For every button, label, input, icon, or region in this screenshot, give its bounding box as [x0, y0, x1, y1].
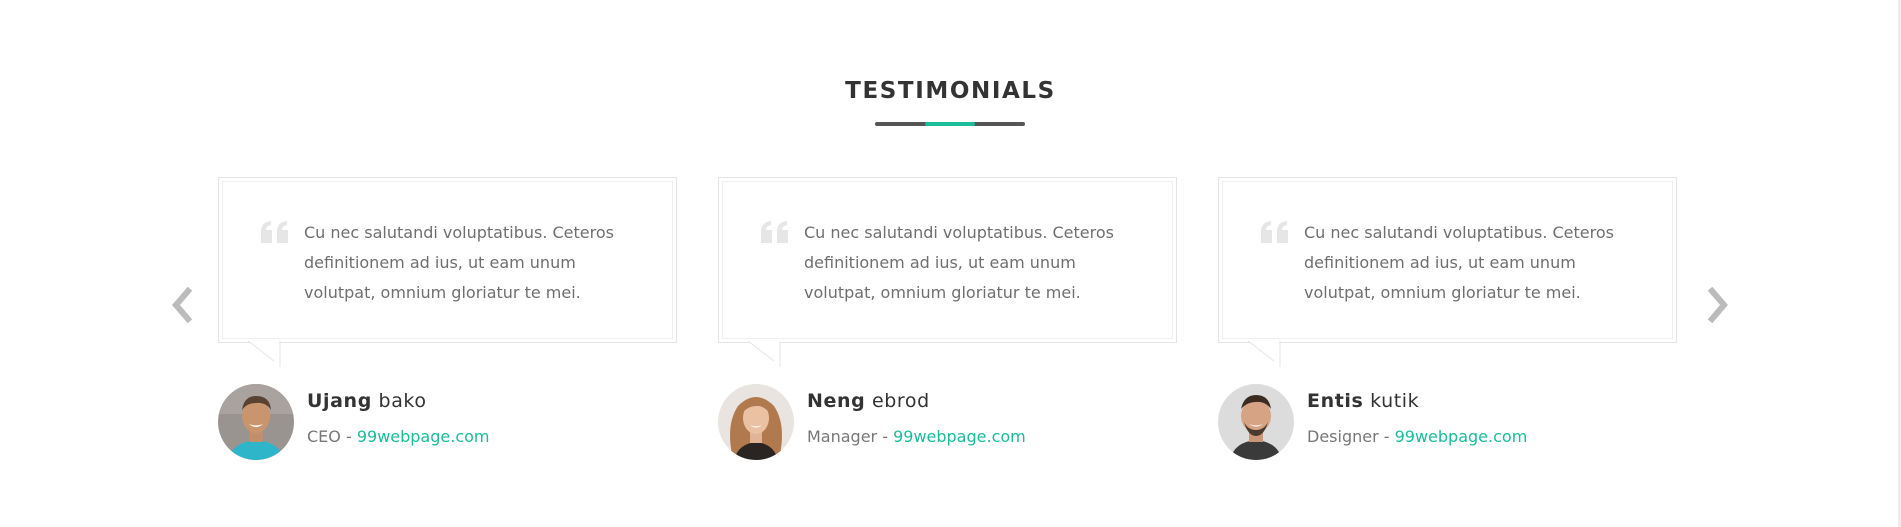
testimonial-quote: Cu nec salutandi voluptatibus. Ceteros d…: [304, 223, 614, 302]
person-role-label: CEO -: [307, 427, 357, 446]
testimonial-bubble: Cu nec salutandi voluptatibus. Ceteros d…: [718, 177, 1177, 343]
bubble-tail: [248, 341, 281, 367]
person-first-name: Neng: [807, 390, 866, 412]
person-role-label: Designer -: [1307, 427, 1395, 446]
testimonial-bubble: Cu nec salutandi voluptatibus. Ceteros d…: [1218, 177, 1677, 343]
carousel-next-button[interactable]: [1700, 285, 1736, 325]
person-name: Neng ebrod: [807, 390, 930, 412]
avatar: [1218, 384, 1294, 460]
avatar: [218, 384, 294, 460]
person-website-link[interactable]: 99webpage.com: [1395, 427, 1528, 446]
quote-icon: [761, 221, 788, 243]
person-role-label: Manager -: [807, 427, 894, 446]
person-last-name: bako: [378, 390, 427, 412]
bubble-tail: [1248, 341, 1281, 367]
person-first-name: Ujang: [307, 390, 372, 412]
bubble-tail: [748, 341, 781, 367]
testimonial-quote: Cu nec salutandi voluptatibus. Ceteros d…: [804, 223, 1114, 302]
person-last-name: kutik: [1370, 390, 1420, 412]
testimonial-bubble: Cu nec salutandi voluptatibus. Ceteros d…: [218, 177, 677, 343]
carousel-prev-button[interactable]: [164, 285, 200, 325]
person-role: CEO - 99webpage.com: [307, 427, 490, 446]
chevron-left-icon: [172, 287, 193, 323]
avatar: [718, 384, 794, 460]
person-last-name: ebrod: [871, 390, 930, 412]
person-website-link[interactable]: 99webpage.com: [357, 427, 490, 446]
testimonial-quote: Cu nec salutandi voluptatibus. Ceteros d…: [1304, 223, 1614, 302]
testimonial-card: Cu nec salutandi voluptatibus. Ceteros d…: [218, 177, 683, 462]
testimonial-card: Cu nec salutandi voluptatibus. Ceteros d…: [718, 177, 1183, 462]
person-name: Ujang bako: [307, 390, 427, 412]
quote-icon: [261, 221, 288, 243]
person-first-name: Entis: [1307, 390, 1364, 412]
person-role: Manager - 99webpage.com: [807, 427, 1026, 446]
chevron-right-icon: [1707, 287, 1728, 323]
testimonial-card: Cu nec salutandi voluptatibus. Ceteros d…: [1218, 177, 1683, 462]
title-underline: [875, 122, 1025, 126]
section-title: TESTIMONIALS: [845, 78, 1056, 104]
title-underline-accent: [925, 122, 975, 126]
quote-icon: [1261, 221, 1288, 243]
person-role: Designer - 99webpage.com: [1307, 427, 1527, 446]
person-website-link[interactable]: 99webpage.com: [893, 427, 1026, 446]
person-name: Entis kutik: [1307, 390, 1419, 412]
